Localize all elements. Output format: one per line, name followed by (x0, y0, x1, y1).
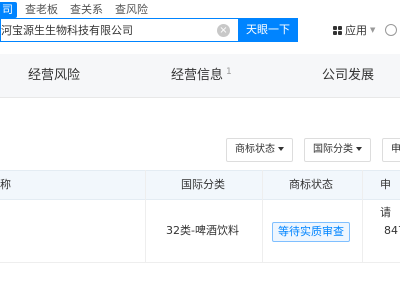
app-menu-label: 应用 (345, 24, 367, 37)
nav-item-business-risk[interactable]: 经营风险 (28, 54, 80, 98)
column-header-intl-class: 国际分类 (181, 178, 225, 191)
section-nav: 经营风险 经营信息 1 公司发展 (0, 54, 400, 98)
table-header: 称 国际分类 商标状态 申请 (0, 170, 400, 219)
cell-apply: 847 (384, 224, 400, 237)
column-header-name: 称 (0, 178, 11, 191)
search-box: × (0, 18, 238, 42)
nav-item-company-development[interactable]: 公司发展 (322, 54, 374, 98)
tab-risk[interactable]: 查风险 (115, 2, 148, 18)
nav-item-label: 公司发展 (322, 68, 375, 83)
grid-icon (333, 25, 342, 35)
status-badge: 等待实质审查 (272, 222, 350, 242)
filter-label: 商标状态 (235, 144, 275, 155)
clear-icon[interactable]: × (217, 24, 230, 37)
trademark-status-filter[interactable]: 商标状态 (226, 138, 293, 162)
caret-down-icon (278, 147, 284, 151)
column-header-apply: 申请 (380, 178, 391, 219)
column-header-status: 商标状态 (289, 178, 333, 191)
filter-label: 国际分类 (313, 144, 353, 155)
top-header: 司 查老板 查关系 查风险 × 天眼一下 应用 ▼ (0, 0, 400, 52)
nav-item-business-info[interactable]: 经营信息 1 (171, 54, 232, 98)
tab-boss[interactable]: 查老板 (25, 2, 58, 18)
search-button[interactable]: 天眼一下 (238, 18, 298, 42)
cell-intl-class: 32类-啤酒饮料 (166, 224, 239, 237)
search-input[interactable] (1, 19, 201, 41)
table-row: 32类-啤酒饮料 等待实质审查 847 (0, 200, 400, 263)
chevron-down-icon: ▼ (370, 26, 376, 34)
apply-date-filter[interactable]: 申 (382, 138, 400, 162)
nav-count-badge: 1 (226, 67, 232, 77)
nav-item-label: 经营信息 (171, 68, 224, 83)
caret-down-icon (356, 147, 362, 151)
intl-class-filter[interactable]: 国际分类 (304, 138, 371, 162)
search-tabs: 司 查老板 查关系 查风险 (0, 2, 160, 18)
tab-company[interactable]: 司 (0, 2, 17, 18)
app-menu[interactable]: 应用 ▼ (333, 23, 398, 37)
user-icon[interactable] (385, 24, 398, 36)
nav-item-label: 经营风险 (28, 68, 81, 83)
filter-label: 申 (391, 144, 400, 155)
tab-relation[interactable]: 查关系 (70, 2, 103, 18)
